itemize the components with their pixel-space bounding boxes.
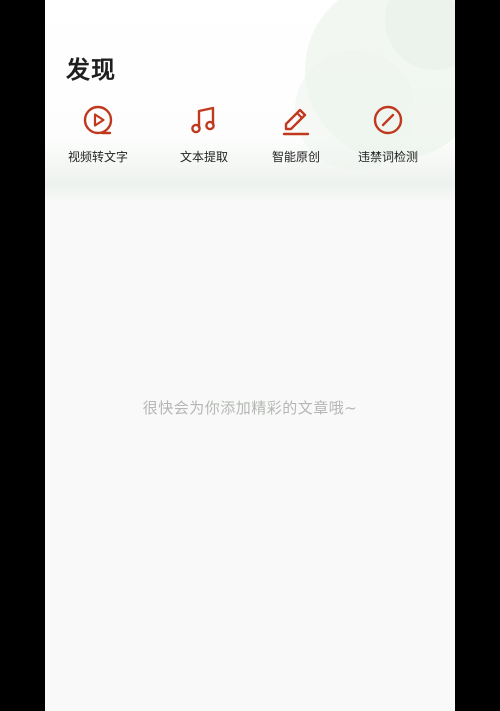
tool-label: 视频转文字: [67, 150, 128, 164]
tool-video-to-text[interactable]: 视频转文字: [48, 100, 148, 170]
discover-header: 发现 视频转文字 文本提取 智能原创 违禁词检测: [45, 0, 455, 200]
tool-label: 智能原创: [271, 150, 320, 164]
tool-banned-word-check[interactable]: 违禁词检测: [338, 100, 438, 170]
play-circle-icon: [83, 105, 113, 135]
tool-row: 视频转文字 文本提取 智能原创 违禁词检测: [45, 100, 455, 170]
music-note-icon: [191, 106, 215, 134]
prohibited-icon: [373, 105, 403, 135]
tool-label: 文本提取: [179, 150, 228, 164]
tool-label: 违禁词检测: [357, 150, 418, 164]
tool-text-extraction[interactable]: 文本提取: [154, 100, 254, 170]
pencil-icon: [282, 108, 310, 136]
page-title: 发现: [66, 56, 116, 84]
phone-screen: 发现 视频转文字 文本提取 智能原创 违禁词检测 很快会为你添加精彩的文章哦~: [45, 0, 455, 711]
empty-state-message: 很快会为你添加精彩的文章哦~: [142, 399, 358, 417]
tool-smart-original[interactable]: 智能原创: [246, 100, 346, 170]
